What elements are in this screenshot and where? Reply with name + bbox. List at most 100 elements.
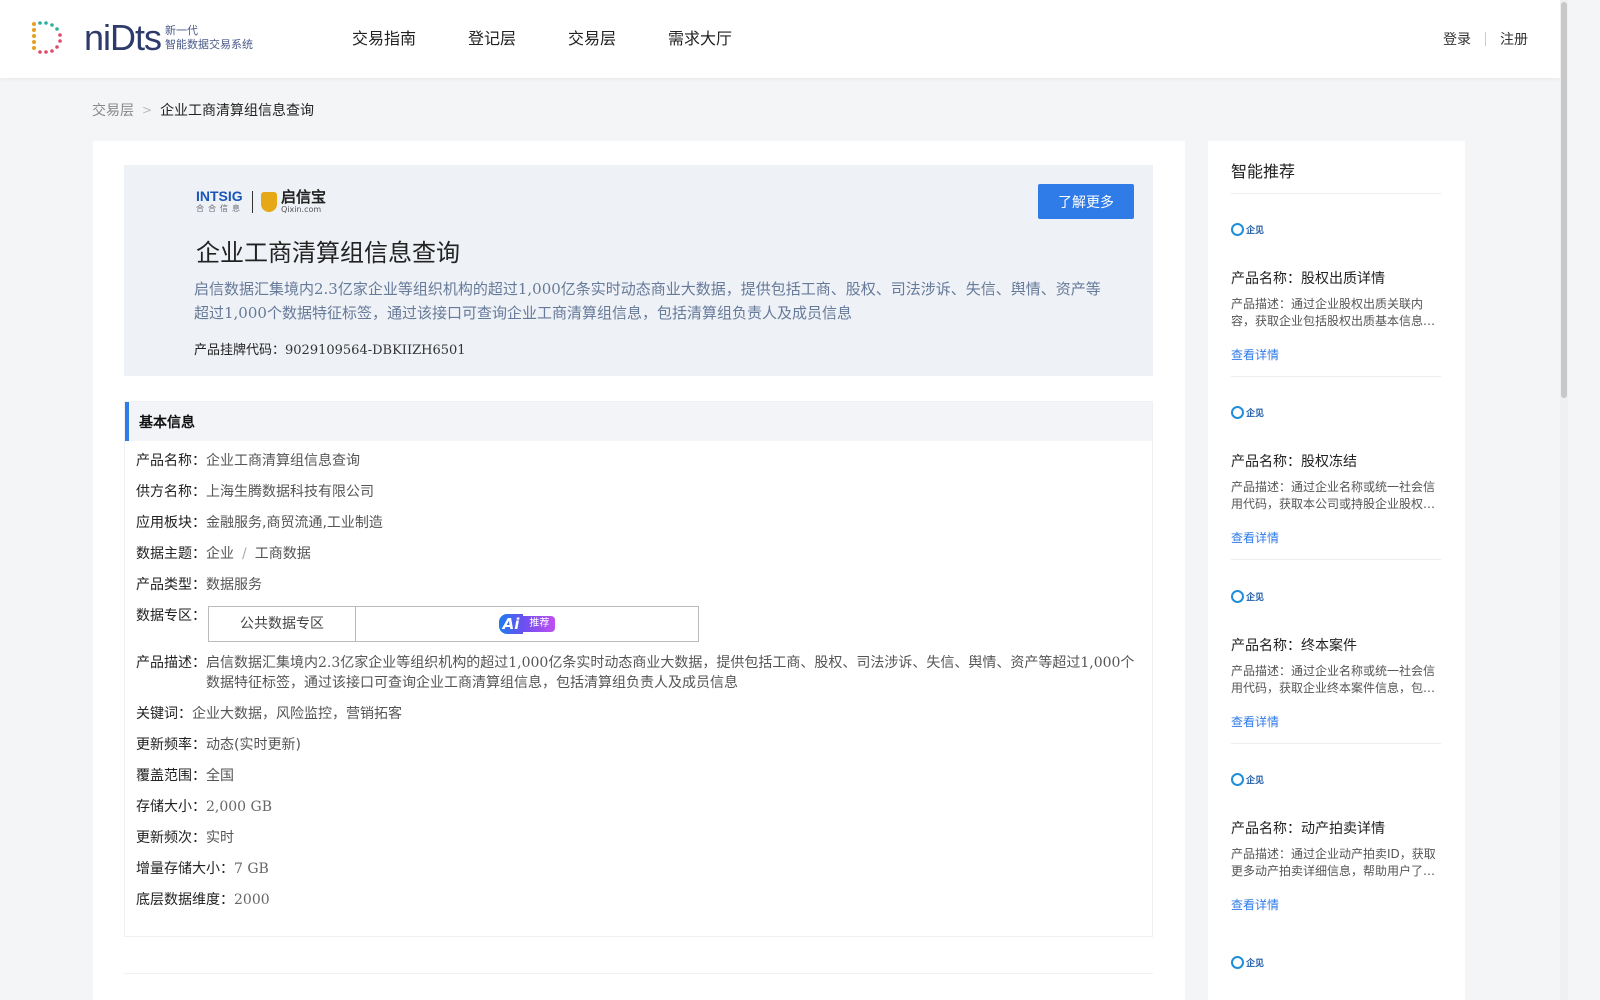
view-details-link[interactable]: 查看详情: [1231, 713, 1279, 730]
learn-more-button[interactable]: 了解更多: [1038, 184, 1134, 219]
field-value: 2000: [234, 892, 270, 908]
field-label: 关键词：: [136, 706, 192, 722]
top-header: niDts 新一代 智能数据交易系统 交易指南 登记层 交易层 需求大厅 登录 …: [0, 0, 1560, 78]
qijian-logo: 企见: [1231, 590, 1264, 603]
field-label: 数据专区：: [136, 608, 206, 624]
nav-trade-layer[interactable]: 交易层: [568, 28, 616, 50]
field-label: 产品名称：: [136, 453, 206, 469]
qijian-logo: 企见: [1231, 406, 1264, 419]
logo-tagline-2: 智能数据交易系统: [165, 38, 254, 51]
qixin-logo: 启信宝 Qixin.com: [277, 189, 326, 214]
qijian-logo-text: 企见: [1246, 593, 1265, 603]
qijian-logo-icon: [1231, 406, 1244, 419]
view-details-link[interactable]: 查看详情: [1231, 529, 1279, 546]
theme-link-business[interactable]: 工商数据: [255, 544, 311, 564]
info-row-description: 产品描述： 启信数据汇集境内2.3亿家企业等组织机构的超过1,000亿条实时动态…: [136, 653, 1141, 693]
field-label: 供方名称：: [136, 484, 206, 500]
field-value: 动态(实时更新): [206, 737, 301, 753]
zone-ai-recommend[interactable]: Ai 推荐: [356, 607, 698, 641]
field-value: 全国: [206, 768, 234, 784]
field-label: 存储大小：: [136, 799, 206, 815]
info-row-dimension: 底层数据维度： 2000: [136, 890, 1141, 910]
data-zone-table: 公共数据专区 Ai 推荐: [208, 606, 699, 642]
ai-recommend-badge: Ai 推荐: [498, 614, 556, 634]
qijian-logo: 企见: [1231, 956, 1264, 969]
view-details-link[interactable]: 查看详情: [1231, 896, 1279, 913]
info-row-sector: 应用板块： 金融服务,商贸流通,工业制造: [136, 513, 1141, 533]
provider-logos: INTSIG 合合信息 启信宝 Qixin.com: [196, 189, 326, 214]
zone-public-data[interactable]: 公共数据专区: [209, 607, 356, 641]
qijian-logo-icon: [1231, 590, 1244, 603]
field-label: 增量存储大小：: [136, 861, 234, 877]
qixin-logo-url: Qixin.com: [281, 205, 322, 214]
scrollbar-thumb[interactable]: [1561, 2, 1567, 398]
listing-code-label: 产品挂牌代码：: [194, 343, 286, 358]
logo-tagline-1: 新一代: [165, 24, 199, 37]
info-row-coverage: 覆盖范围： 全国: [136, 766, 1141, 786]
product-title: 企业工商清算组信息查询: [196, 239, 460, 267]
info-row-frequency: 更新频率： 动态(实时更新): [136, 735, 1141, 755]
recommend-name: 产品名称：股权出质详情: [1231, 271, 1385, 287]
recommend-card: 企见 产品名称：动产拍卖详情 产品描述：通过企业动产拍卖ID，获取更多动产拍卖详…: [1231, 744, 1441, 927]
field-value: 实时: [206, 830, 234, 846]
info-row-zone: 数据专区： 公共数据专区 Ai 推荐: [136, 606, 1141, 642]
logo-wordmark: niDts: [84, 17, 162, 58]
basic-info-rows: 产品名称： 企业工商清算组信息查询 供方名称： 上海生腾数据科技有限公司 应用板…: [125, 441, 1152, 910]
recommend-desc: 产品描述：通过企业股权出质关联内容，获取企业包括股权出质基本信息等详细数据: [1231, 297, 1436, 328]
recommend-card: 企见 产品名称：终本案件 产品描述：通过企业名称或统一社会信用代码，获取企业终本…: [1231, 561, 1441, 744]
intsig-logo-text: INTSIG: [196, 188, 243, 204]
theme-separator: /: [242, 546, 247, 562]
listing-code: 产品挂牌代码：9029109564-DBKIIZH6501: [194, 339, 466, 358]
intsig-logo: INTSIG 合合信息: [196, 189, 244, 214]
basic-info-section: 基本信息 产品名称： 企业工商清算组信息查询 供方名称： 上海生腾数据科技有限公…: [124, 401, 1153, 937]
qijian-logo-text: 企见: [1246, 776, 1265, 786]
view-details-link[interactable]: 查看详情: [1231, 346, 1279, 363]
brand-divider: [252, 190, 253, 213]
qixin-shield-icon: [261, 191, 277, 212]
product-detail-card: INTSIG 合合信息 启信宝 Qixin.com 了解更多 企业工商清算组信息…: [93, 141, 1185, 1000]
nav-demand-hall[interactable]: 需求大厅: [668, 28, 732, 50]
field-label: 产品描述：: [136, 655, 206, 671]
qijian-logo: 企见: [1231, 223, 1264, 236]
info-row-theme: 数据主题： 企业 / 工商数据: [136, 544, 1141, 564]
breadcrumb-parent[interactable]: 交易层: [92, 100, 134, 120]
field-value: 7 GB: [234, 861, 269, 877]
field-label: 更新频率：: [136, 737, 206, 753]
recommend-panel: 智能推荐 企见 产品名称：股权出质详情 产品描述：通过企业股权出质关联内容，获取…: [1208, 141, 1465, 1000]
info-row-storage: 存储大小： 2,000 GB: [136, 797, 1141, 817]
field-value: 启信数据汇集境内2.3亿家企业等组织机构的超过1,000亿条实时动态商业大数据，…: [206, 655, 1135, 691]
login-link[interactable]: 登录: [1443, 29, 1471, 49]
field-label: 产品类型：: [136, 577, 206, 593]
logo-tagline: 新一代 智能数据交易系统: [165, 24, 253, 52]
field-value: 数据服务: [206, 577, 262, 593]
field-value: 金融服务,商贸流通,工业制造: [206, 515, 383, 531]
intsig-logo-sub: 合合信息: [196, 204, 244, 213]
qijian-logo-icon: [1231, 956, 1244, 969]
qijian-logo-icon: [1231, 223, 1244, 236]
info-row-incremental: 增量存储大小： 7 GB: [136, 859, 1141, 879]
main-nav: 交易指南 登记层 交易层 需求大厅: [352, 28, 784, 50]
theme-link-enterprise[interactable]: 企业: [206, 544, 234, 564]
recommend-title: 智能推荐: [1231, 162, 1296, 181]
field-value: 企业大数据，风险监控，营销拓客: [192, 706, 402, 722]
qijian-logo-text: 企见: [1246, 226, 1265, 236]
nav-trade-guide[interactable]: 交易指南: [352, 28, 416, 50]
recommend-card: 企见 产品名称：股权出质详情 产品描述：通过企业股权出质关联内容，获取企业包括股…: [1231, 194, 1441, 377]
site-logo[interactable]: niDts 新一代 智能数据交易系统: [28, 18, 253, 58]
info-row-supplier: 供方名称： 上海生腾数据科技有限公司: [136, 482, 1141, 502]
nav-register-layer[interactable]: 登记层: [468, 28, 516, 50]
qixin-logo-text: 启信宝: [281, 188, 327, 206]
recommend-name: 产品名称：动产拍卖详情: [1231, 821, 1385, 837]
recommend-desc: 产品描述：通过企业名称或统一社会信用代码，获取企业终本案件信息，包括案件详情: [1231, 664, 1436, 695]
qijian-logo-text: 企见: [1246, 959, 1265, 969]
field-label: 应用板块：: [136, 515, 206, 531]
register-link[interactable]: 注册: [1500, 29, 1528, 49]
field-value: 2,000 GB: [206, 799, 273, 815]
listing-code-value: 9029109564-DBKIIZH6501: [285, 343, 466, 358]
qijian-logo: 企见: [1231, 773, 1264, 786]
breadcrumb-current: 企业工商清算组信息查询: [160, 103, 315, 119]
product-summary: 启信数据汇集境内2.3亿家企业等组织机构的超过1,000亿条实时动态商业大数据，…: [194, 280, 1101, 322]
ai-recommend-tag: 推荐: [523, 616, 556, 632]
qijian-logo-text: 企见: [1246, 409, 1265, 419]
field-label: 底层数据维度：: [136, 892, 234, 908]
